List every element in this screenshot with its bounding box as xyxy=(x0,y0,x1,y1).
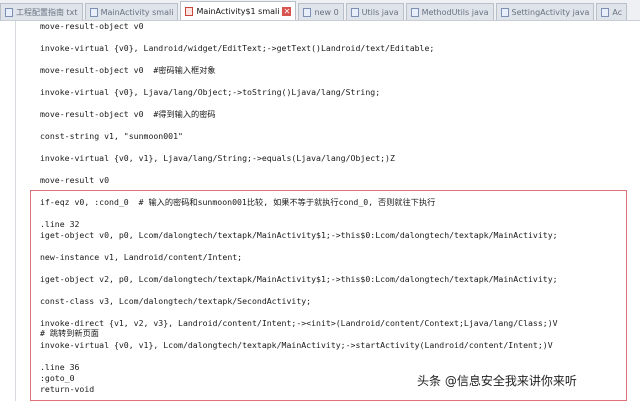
file-icon xyxy=(5,7,13,17)
code-line: iget-object v2, p0, Lcom/dalongtech/text… xyxy=(40,274,558,284)
file-icon xyxy=(350,7,359,17)
line-number-gutter xyxy=(0,21,16,401)
file-icon xyxy=(500,7,509,17)
file-icon xyxy=(89,7,98,17)
code-line: :goto_0 xyxy=(40,373,75,383)
code-editor[interactable]: move-result-object v0 invoke-virtual {v0… xyxy=(40,21,640,401)
file-icon xyxy=(185,6,194,16)
watermark: 头条 @信息安全我来讲你来听 xyxy=(417,374,577,388)
close-icon[interactable]: ✕ xyxy=(282,6,292,16)
tab-label: 工程配置指南 txt xyxy=(16,7,78,17)
editor-tab-bar: 工程配置指南 txt MainActivity smali MainActivi… xyxy=(0,0,640,21)
tab-label: new 0 xyxy=(314,7,339,17)
code-line: invoke-virtual {v0}, Ljava/lang/Object;-… xyxy=(40,87,381,97)
code-line: move-result-object v0 #密码输入框对象 xyxy=(40,65,216,75)
code-line: invoke-virtual {v0}, Landroid/widget/Edi… xyxy=(40,43,435,53)
code-line: if-eqz v0, :cond_0 # 输入的密码和sunmoon001比较,… xyxy=(40,197,436,207)
tab-utils-java[interactable]: Utils java xyxy=(345,3,404,20)
tab-mainactivity1-smali[interactable]: MainActivity$1 smali ✕ xyxy=(180,1,297,20)
code-line: invoke-direct {v1, v2, v3}, Landroid/con… xyxy=(40,318,558,328)
code-line: move-result-object v0 xyxy=(40,21,144,31)
code-line: .line 32 xyxy=(40,219,80,229)
file-icon xyxy=(601,7,610,17)
tab-new-0[interactable]: new 0 xyxy=(298,3,344,20)
file-icon xyxy=(410,7,419,17)
code-line: .line 36 xyxy=(40,362,80,372)
tab-settingactivity-java[interactable]: SettingActivity java xyxy=(495,3,595,20)
code-line: invoke-virtual {v0, v1}, Ljava/lang/Stri… xyxy=(40,153,395,163)
tab-label: MethodUtils java xyxy=(421,7,489,17)
code-line: new-instance v1, Landroid/content/Intent… xyxy=(40,252,243,262)
code-line: const-string v1, "sunmoon001" xyxy=(40,131,183,141)
tab-config-guide[interactable]: 工程配置指南 txt xyxy=(0,3,83,20)
code-line: const-class v3, Lcom/dalongtech/textapk/… xyxy=(40,296,312,306)
code-line: move-result-object v0 #得到输入的密码 xyxy=(40,109,216,119)
tab-methodutils-java[interactable]: MethodUtils java xyxy=(405,3,494,20)
file-icon xyxy=(303,7,312,17)
code-line: move-result v0 xyxy=(40,175,110,185)
tab-label: Utils java xyxy=(361,7,399,17)
code-line: return-void xyxy=(40,384,95,394)
tab-label: SettingActivity java xyxy=(511,7,590,17)
code-line: iget-object v0, p0, Lcom/dalongtech/text… xyxy=(40,230,558,240)
tab-mainactivity-smali[interactable]: MainActivity smali xyxy=(84,3,179,20)
tab-ac[interactable]: Ac xyxy=(596,3,628,20)
code-comment: # 跳转到新页面 xyxy=(40,328,99,338)
code-line: invoke-virtual {v0, v1}, Lcom/dalongtech… xyxy=(40,340,553,350)
tab-label: MainActivity$1 smali xyxy=(196,6,280,16)
tab-label: MainActivity smali xyxy=(100,7,174,17)
tab-label: Ac xyxy=(612,7,623,17)
